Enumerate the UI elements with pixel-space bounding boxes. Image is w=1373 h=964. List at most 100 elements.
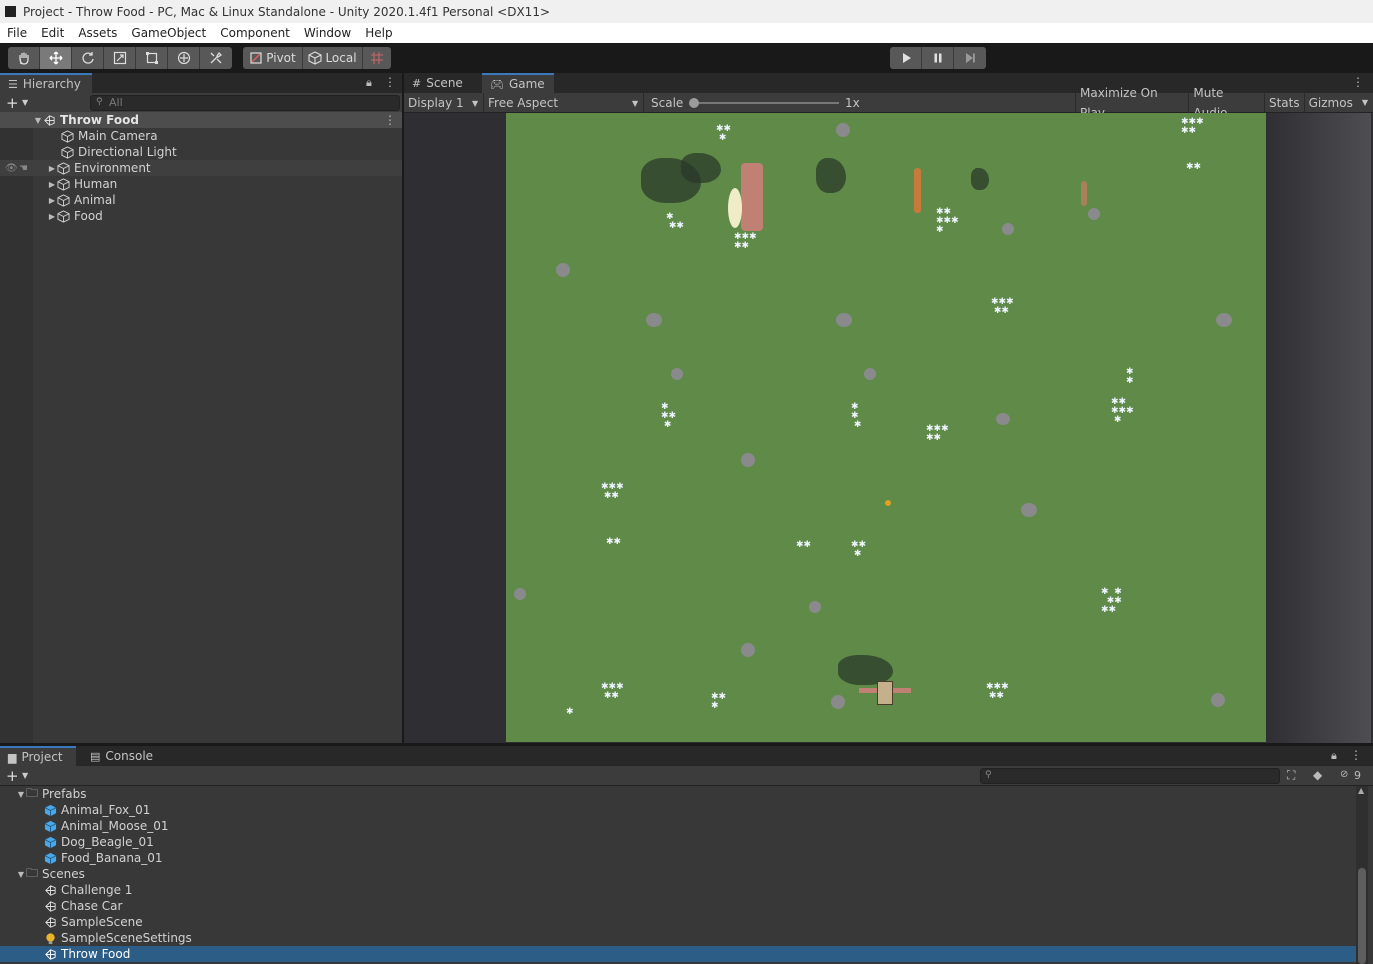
rect-tool-button[interactable]	[136, 47, 168, 69]
expand-arrow-icon[interactable]: ▶	[47, 212, 57, 221]
list-item[interactable]: SampleSceneSettings	[0, 930, 1356, 946]
list-item[interactable]: Challenge 1	[0, 882, 1356, 898]
view-menu-icon[interactable]: ⋮	[1352, 75, 1364, 89]
tab-scene[interactable]: # Scene	[404, 73, 482, 93]
expand-arrow-icon[interactable]: ▶	[47, 164, 57, 173]
pivot-toggles: Pivot Local	[243, 47, 391, 69]
scroll-up-icon[interactable]: ▲	[1358, 786, 1364, 795]
custom-tool-button[interactable]	[200, 47, 232, 69]
prefab-label: Animal_Fox_01	[61, 803, 151, 817]
local-button[interactable]: Local	[303, 47, 363, 69]
hierarchy-item[interactable]: Main Camera	[0, 128, 402, 144]
tab-hierarchy[interactable]: ☰ Hierarchy	[0, 73, 92, 93]
console-icon: ▤	[90, 749, 101, 763]
rock	[556, 263, 570, 277]
project-search-input[interactable]	[980, 768, 1280, 784]
tree-shadow	[816, 158, 846, 193]
lock-icon[interactable]: 🔒︎	[366, 76, 372, 90]
list-item[interactable]: SampleScene	[0, 914, 1356, 930]
search-by-type-icon[interactable]: ⛶	[1287, 768, 1295, 783]
hierarchy-item-label: Human	[74, 177, 118, 191]
tab-console[interactable]: ▤ Console	[82, 746, 162, 766]
hierarchy-item[interactable]: ▶ Food	[0, 208, 402, 224]
pivot-icon	[250, 52, 262, 64]
banana-food	[885, 500, 891, 506]
rotate-tool-button[interactable]	[72, 47, 104, 69]
scene-menu-icon[interactable]: ⋮	[384, 113, 396, 127]
scrollbar-thumb[interactable]	[1358, 868, 1366, 964]
eye-icon[interactable]: 👁︎	[5, 163, 19, 174]
main-toolbar: Pivot Local	[0, 43, 1373, 73]
rock	[836, 313, 852, 327]
fox-sprite	[914, 168, 921, 213]
list-item[interactable]: Chase Car	[0, 898, 1356, 914]
dog-sprite	[1081, 181, 1087, 206]
panel-menu-icon[interactable]: ⋮	[384, 75, 396, 89]
player-sprite	[877, 681, 893, 705]
menu-gameobject[interactable]: GameObject	[124, 26, 213, 40]
create-add-button[interactable]: +	[6, 767, 19, 785]
scale-tool-button[interactable]	[104, 47, 136, 69]
pickable-hand-icon[interactable]: ☚	[19, 163, 33, 174]
play-button[interactable]	[890, 47, 922, 69]
hierarchy-item[interactable]: ▶ Animal	[0, 192, 402, 208]
collapse-arrow-icon[interactable]: ▼	[33, 116, 43, 125]
collapse-arrow-icon[interactable]: ▼	[16, 870, 26, 879]
menu-file[interactable]: File	[0, 26, 34, 40]
project-scrollbar[interactable]: ▲	[1356, 786, 1368, 964]
pivot-button[interactable]: Pivot	[243, 47, 303, 69]
menu-window[interactable]: Window	[297, 26, 358, 40]
tab-project[interactable]: ▆ Project	[0, 746, 76, 766]
stats-button[interactable]: Stats	[1265, 93, 1305, 113]
collapse-arrow-icon[interactable]: ▼	[16, 790, 26, 799]
game-render-viewport[interactable]: ✱✱ ✱ ✱✱✱ ✱✱ ✱✱ ✱ ✱✱ ✱✱✱ ✱✱ ✱✱ ✱✱✱ ✱ ✱✱✱ ✱✱ ✱…	[506, 113, 1266, 742]
menu-assets[interactable]: Assets	[71, 26, 124, 40]
grid-snap-button[interactable]	[363, 47, 391, 69]
scale-slider-handle[interactable]	[689, 98, 699, 108]
tab-game[interactable]: 🎮︎ Game	[482, 73, 554, 93]
gizmos-dropdown-icon[interactable]: ▼	[1357, 93, 1373, 113]
step-icon	[966, 53, 975, 63]
hierarchy-item[interactable]: 👁︎ ☚ ▶ Environment	[0, 160, 402, 176]
list-item[interactable]: Food_Banana_01	[0, 850, 1356, 866]
transform-tool-button[interactable]	[168, 47, 200, 69]
rock	[741, 453, 755, 467]
chevron-down-icon: ▼	[632, 98, 639, 108]
chevron-down-icon[interactable]: ▼	[22, 771, 28, 780]
menu-help[interactable]: Help	[358, 26, 399, 40]
gizmos-button[interactable]: Gizmos	[1305, 93, 1357, 113]
flower-patch: ✱✱✱ ✱✱	[926, 424, 949, 443]
display-dropdown[interactable]: Display 1 ▼	[404, 93, 484, 113]
scale-slider-track[interactable]	[694, 102, 839, 104]
hierarchy-scene-row[interactable]: ▼ Throw Food ⋮	[0, 112, 402, 128]
menu-edit[interactable]: Edit	[34, 26, 71, 40]
hidden-packages-icon[interactable]: ⊘	[1340, 769, 1348, 780]
folder-row-scenes[interactable]: ▼ 🗀︎ Scenes	[0, 866, 1356, 882]
pause-button[interactable]	[922, 47, 954, 69]
pause-icon	[934, 53, 941, 63]
list-item[interactable]: Animal_Moose_01	[0, 818, 1356, 834]
hand-icon	[18, 52, 29, 65]
hierarchy-item[interactable]: Directional Light	[0, 144, 402, 160]
lock-icon[interactable]: 🔒︎	[1331, 749, 1337, 763]
hierarchy-item[interactable]: ▶ Human	[0, 176, 402, 192]
label-tag-icon[interactable]: ◆	[1313, 768, 1322, 782]
folder-row-prefabs[interactable]: ▼ 🗀︎ Prefabs	[0, 786, 1356, 802]
menu-component[interactable]: Component	[213, 26, 297, 40]
project-tabstrip: ▆ Project ▤ Console 🔒︎ ⋮	[0, 746, 1373, 766]
expand-arrow-icon[interactable]: ▶	[47, 180, 57, 189]
list-item-selected[interactable]: Throw Food	[0, 946, 1356, 962]
list-item[interactable]: Animal_Fox_01	[0, 802, 1356, 818]
hierarchy-search-input[interactable]: All	[90, 95, 400, 111]
create-add-button[interactable]: +	[6, 94, 19, 112]
expand-arrow-icon[interactable]: ▶	[47, 196, 57, 205]
move-tool-button[interactable]	[40, 47, 72, 69]
chevron-down-icon[interactable]: ▼	[22, 98, 28, 107]
aspect-dropdown[interactable]: Free Aspect ▼	[484, 93, 644, 113]
step-button[interactable]	[954, 47, 986, 69]
scale-icon	[113, 51, 126, 65]
hand-tool-button[interactable]	[8, 47, 40, 69]
list-item[interactable]: Dog_Beagle_01	[0, 834, 1356, 850]
panel-menu-icon[interactable]: ⋮	[1350, 748, 1362, 762]
flower-patch: ✱✱ ✱	[851, 402, 862, 430]
